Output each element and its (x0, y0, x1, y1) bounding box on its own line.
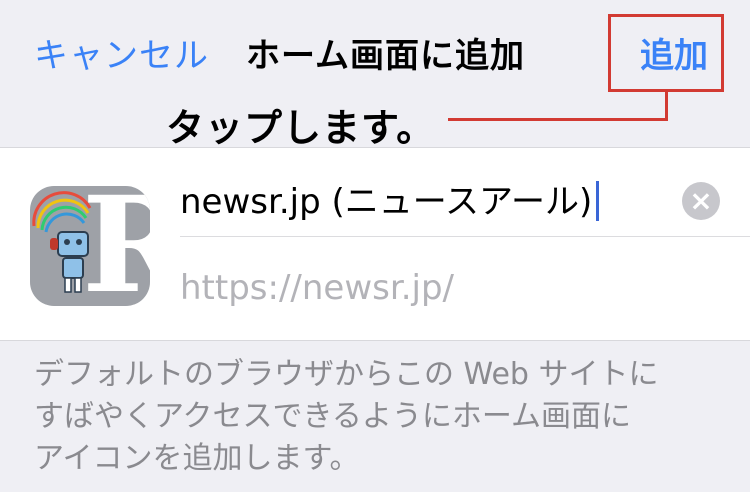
description-text: デフォルトのブラウザからこの Web サイトに すばやくアクセスできるようにホー… (34, 354, 724, 480)
cancel-button[interactable]: キャンセル (34, 28, 209, 77)
page-title: ホーム画面に追加 (246, 36, 525, 76)
shortcut-title-field[interactable]: newsr.jp (ニュースアール) × (180, 162, 750, 237)
description-line: アイコンを追加します。 (34, 441, 360, 476)
description-line: デフォルトのブラウザからこの Web サイトに (34, 357, 659, 392)
add-to-home-screen-sheet: キャンセル ホーム画面に追加 追加 タップします。 R newsr.jp (ニュ… (0, 0, 750, 492)
description-line: すばやくアクセスできるようにホーム画面に (34, 399, 631, 434)
annotation-label: タップします。 (166, 106, 436, 150)
shortcut-card: R newsr.jp (ニュースアール) × https://newsr.jp/ (0, 147, 750, 341)
app-icon-letter: R (82, 186, 150, 306)
shortcut-title-input-value[interactable]: newsr.jp (ニュースアール) (180, 174, 600, 223)
annotation-connector-line (448, 118, 668, 121)
title-text: newsr.jp (ニュースアール) (180, 182, 593, 222)
shortcut-url: https://newsr.jp/ (180, 268, 455, 308)
annotation-highlight-box (608, 14, 724, 92)
text-cursor (596, 181, 600, 221)
clear-text-icon[interactable]: × (682, 182, 720, 220)
newsr-app-icon: R (30, 186, 150, 306)
annotation-connector-line (665, 92, 668, 120)
